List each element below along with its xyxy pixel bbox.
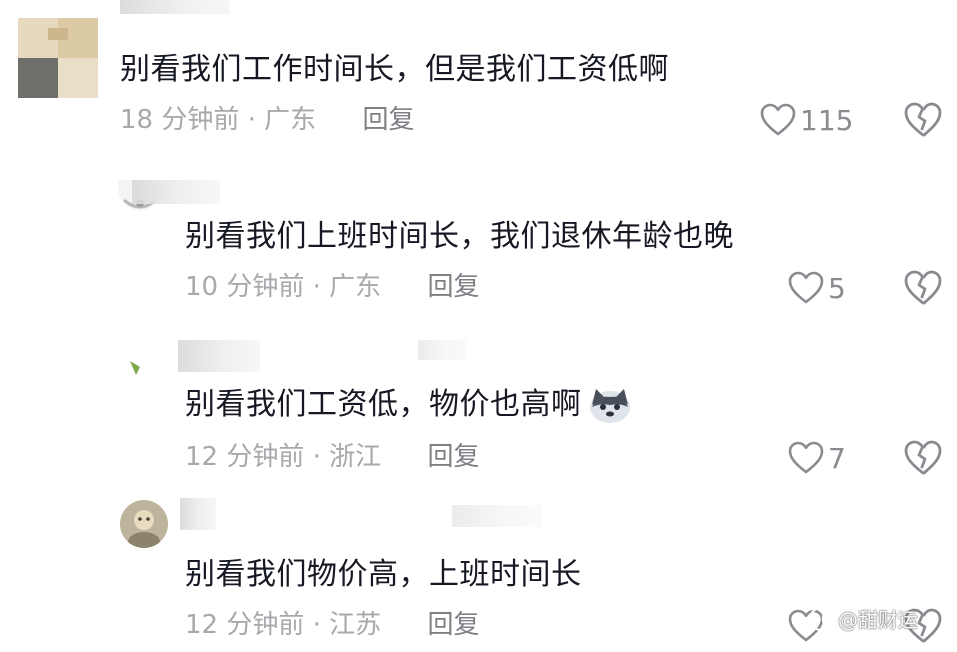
comment-location: 江苏 (329, 610, 382, 640)
comment-text: 别看我们工作时间长，但是我们工资低啊 (120, 52, 669, 87)
doge-emoji-icon (588, 385, 632, 425)
heart-outline-icon (788, 271, 824, 304)
meta-separator: · (312, 610, 330, 640)
watermark: @甜财运 (808, 604, 918, 633)
comment-meta: 12 分钟前 · 江苏 回复 (185, 608, 479, 642)
dislike-button[interactable] (903, 438, 943, 478)
dislike-button[interactable] (903, 268, 943, 308)
like-count: 5 (828, 271, 846, 305)
username-blurred-suffix (418, 340, 466, 360)
meta-separator: · (312, 442, 330, 472)
username-blurred[interactable] (178, 340, 260, 372)
comment-location: 广东 (329, 272, 382, 302)
username-blurred[interactable] (132, 180, 220, 204)
broken-heart-icon (904, 102, 942, 137)
broken-heart-icon (904, 270, 942, 305)
reply-button[interactable]: 回复 (427, 608, 479, 642)
comment-location: 广东 (264, 105, 317, 135)
username-blurred[interactable] (120, 0, 230, 14)
username-blurred[interactable] (180, 498, 216, 530)
comment-time: 12 分钟前 (185, 610, 305, 640)
reply-button[interactable]: 回复 (362, 103, 414, 137)
avatar[interactable] (18, 18, 98, 98)
like-count: 7 (828, 441, 846, 475)
watermark-text: @甜财运 (838, 608, 918, 632)
like-count: 115 (800, 103, 854, 137)
reply-button[interactable]: 回复 (427, 440, 479, 474)
heart-outline-icon (760, 103, 796, 136)
meta-separator: · (312, 272, 330, 302)
comment-location: 浙江 (329, 442, 382, 472)
comment-text-body: 别看我们工资低，物价也高啊 (185, 387, 582, 422)
avatar[interactable] (120, 500, 168, 548)
comment-meta: 18 分钟前 · 广东 回复 (120, 103, 414, 137)
heart-outline-icon (788, 441, 824, 474)
meta-separator: · (247, 105, 265, 135)
like-button[interactable]: 115 (760, 100, 853, 140)
username-blurred-suffix (452, 505, 542, 527)
like-button[interactable]: 5 (788, 268, 846, 308)
broken-heart-icon (904, 440, 942, 475)
dislike-button[interactable] (903, 100, 943, 140)
comment-time: 10 分钟前 (185, 272, 305, 302)
comment-text: 别看我们工资低，物价也高啊 (185, 385, 632, 425)
watermark-logo-icon (809, 606, 833, 631)
comment-time: 12 分钟前 (185, 442, 305, 472)
avatar[interactable] (124, 355, 148, 379)
comment-meta: 12 分钟前 · 浙江 回复 (185, 440, 479, 474)
reply-button[interactable]: 回复 (427, 270, 479, 304)
comment-meta: 10 分钟前 · 广东 回复 (185, 270, 479, 304)
comment-text: 别看我们上班时间长，我们退休年龄也晚 (185, 219, 734, 254)
comment-time: 18 分钟前 (120, 105, 240, 135)
like-button[interactable]: 7 (788, 438, 846, 478)
comment-text: 别看我们物价高，上班时间长 (185, 557, 582, 592)
